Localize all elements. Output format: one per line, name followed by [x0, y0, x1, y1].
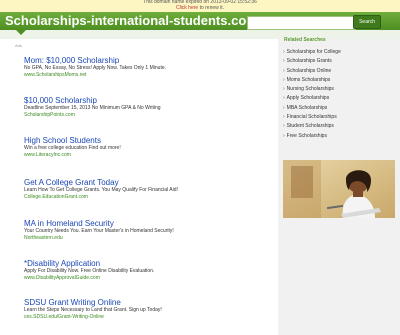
listing-title[interactable]: Get A College Grant Today — [24, 178, 264, 187]
site-title[interactable]: Scholarships-international-students.com — [5, 13, 258, 29]
renew-link[interactable]: Click here — [176, 5, 198, 11]
arrow-right-icon: › — [283, 49, 285, 55]
ads-label: Ads — [15, 43, 22, 48]
related-search-link[interactable]: › MBA Scholarships — [283, 104, 341, 113]
related-search-label: Scholarships Online — [286, 67, 332, 74]
header-notch — [16, 30, 26, 35]
listing-url[interactable]: ScholarshipPoints.com — [24, 112, 264, 118]
listing-url[interactable]: College.EducationGrant.com — [24, 194, 264, 200]
listing-url[interactable]: www.ScholarshipsMoms.net — [24, 72, 264, 78]
related-search-label: Scholarships Grants — [286, 58, 332, 65]
listing-item: Get A College Grant Today Learn How To G… — [24, 178, 264, 200]
arrow-right-icon: › — [283, 114, 285, 121]
search-button[interactable]: Search — [353, 15, 381, 29]
listing-url[interactable]: www.DisabilityApprovalGuide.com — [24, 275, 264, 281]
notice-line2: Click here to renew it. — [0, 4, 400, 12]
related-search-label: Free Scholarships — [286, 132, 327, 139]
related-search-link[interactable]: › Moms Scholarships — [283, 76, 341, 85]
related-search-link[interactable]: › Financial Scholarships — [283, 113, 341, 122]
related-search-link[interactable]: › Apply Scholarships — [283, 94, 341, 103]
arrow-right-icon: › — [283, 67, 285, 74]
arrow-right-icon: › — [283, 132, 285, 139]
related-search-link[interactable]: › Student Scholarships — [283, 122, 341, 131]
listing-item: *Disability Application Apply For Disabi… — [24, 259, 264, 281]
listing-title[interactable]: High School Students — [24, 136, 264, 145]
search-input[interactable] — [247, 16, 356, 30]
listing-desc: Apply For Disability Now. Free Online Di… — [24, 268, 155, 274]
listing-desc: Win a free college education Find out mo… — [24, 145, 121, 151]
listing-item: $10,000 Scholarship Deadline September 1… — [24, 96, 264, 118]
related-searches-heading: Related Searches — [284, 37, 326, 43]
related-search-label: MBA Scholarships — [286, 104, 328, 111]
listing-url[interactable]: www.LiteracyInc.com — [24, 152, 264, 158]
related-search-link[interactable]: › Scholarships Online — [283, 67, 341, 76]
notice-line2-rest: to renew it. — [198, 4, 225, 11]
related-search-label: Apply Scholarships — [286, 95, 330, 102]
related-search-link[interactable]: › Free Scholarships — [283, 132, 341, 141]
listing-url[interactable]: ces.SDSU.edu/Grant-Writing-Online — [24, 314, 264, 320]
listing-title[interactable]: *Disability Application — [24, 259, 264, 268]
listing-title[interactable]: Mom: $10,000 Scholarship — [24, 56, 264, 65]
listing-url[interactable]: Northeastern.edu — [24, 235, 264, 241]
listing-item: SDSU Grant Writing Online Learn the Step… — [24, 298, 264, 320]
related-search-label: Student Scholarships — [286, 123, 334, 130]
related-search-link[interactable]: › Nursing Scholarships — [283, 85, 341, 94]
student-photo — [283, 160, 395, 218]
related-search-link[interactable]: › Scholarships for College — [283, 48, 341, 57]
listing-title[interactable]: SDSU Grant Writing Online — [24, 298, 264, 307]
related-search-label: Moms Scholarships — [286, 76, 331, 83]
related-searches-list: › Scholarships for College › Scholarships … — [283, 48, 341, 141]
arrow-right-icon: › — [283, 95, 285, 102]
related-search-link[interactable]: › Scholarships Grants — [283, 57, 341, 66]
arrow-right-icon: › — [283, 58, 285, 65]
listing-title[interactable]: MA in Homeland Security — [24, 219, 264, 228]
arrow-right-icon: › — [283, 86, 285, 93]
related-search-label: Financial Scholarships — [286, 114, 337, 121]
related-search-label: Nursing Scholarships — [286, 86, 334, 93]
arrow-right-icon: › — [283, 76, 285, 83]
listing-desc: No GPA, No Essay, No Stress! Apply Now. … — [24, 65, 167, 71]
arrow-right-icon: › — [283, 123, 285, 130]
arrow-right-icon: › — [283, 104, 285, 111]
header-subbar — [0, 30, 400, 39]
listing-desc: Deadline September 15, 2013 No Minimum G… — [24, 105, 161, 111]
listing-item: MA in Homeland Security Your Country Nee… — [24, 219, 264, 241]
listing-item: High School Students Win a free college … — [24, 136, 264, 158]
listing-item: Mom: $10,000 Scholarship No GPA, No Essa… — [24, 56, 264, 78]
listing-desc: Learn the Steps Necessary to Land that G… — [24, 307, 162, 313]
listing-desc: Your Country Needs You. Earn Your Master… — [24, 228, 174, 234]
related-search-label: Scholarships for College — [286, 49, 341, 55]
listing-desc: Learn How To Get College Grants. You May… — [24, 187, 178, 193]
listing-title[interactable]: $10,000 Scholarship — [24, 96, 264, 105]
